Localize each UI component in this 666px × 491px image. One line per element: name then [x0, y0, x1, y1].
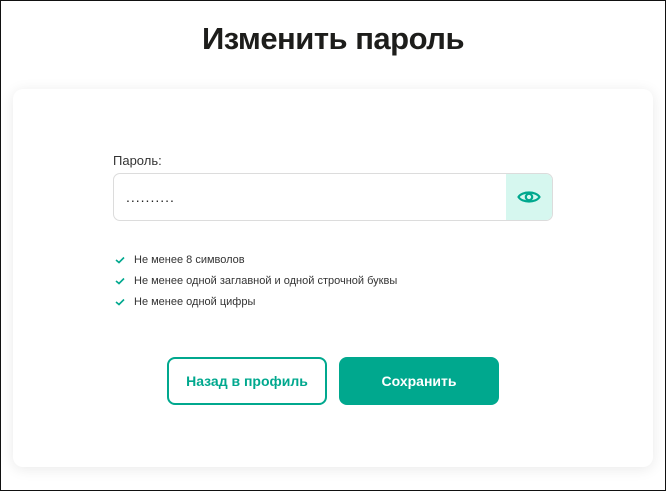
requirement-text: Не менее одной цифры: [134, 295, 256, 308]
change-password-card: Пароль: Не менее 8 символов Не менее одн…: [13, 89, 653, 467]
password-input[interactable]: [114, 174, 506, 220]
save-button[interactable]: Сохранить: [339, 357, 499, 405]
back-to-profile-button[interactable]: Назад в профиль: [167, 357, 327, 405]
page: Изменить пароль Пароль: Не менее 8 симво…: [0, 0, 666, 491]
password-field: [113, 173, 553, 221]
password-requirements: Не менее 8 символов Не менее одной загла…: [115, 249, 397, 312]
password-label: Пароль:: [113, 153, 162, 168]
eye-icon: [517, 191, 541, 203]
check-icon: [115, 277, 126, 285]
page-title: Изменить пароль: [201, 21, 465, 56]
requirement-item: Не менее 8 символов: [115, 249, 397, 270]
requirement-text: Не менее 8 символов: [134, 253, 245, 266]
requirement-item: Не менее одной заглавной и одной строчно…: [115, 270, 397, 291]
check-icon: [115, 256, 126, 264]
requirement-text: Не менее одной заглавной и одной строчно…: [134, 274, 398, 287]
show-password-button[interactable]: [506, 174, 552, 220]
requirement-item: Не менее одной цифры: [115, 291, 397, 312]
check-icon: [115, 298, 126, 306]
